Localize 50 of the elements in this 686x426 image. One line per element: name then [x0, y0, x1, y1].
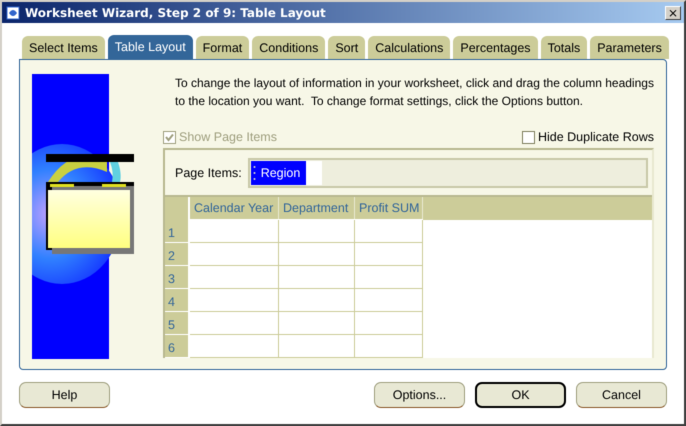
row-number: 5 — [165, 312, 190, 335]
column-header[interactable]: Department — [279, 197, 355, 219]
tab[interactable]: Totals — [540, 36, 588, 59]
checkbox[interactable]: Hide Duplicate Rows — [522, 130, 654, 144]
table-cell[interactable] — [355, 266, 423, 289]
page-items-drop-zone[interactable]: Region — [248, 158, 648, 188]
tab[interactable]: Sort — [328, 36, 366, 59]
grip-icon — [252, 164, 256, 182]
table-cell[interactable] — [279, 335, 355, 358]
check-icon — [165, 132, 174, 142]
dialog-button[interactable]: Options... — [374, 382, 465, 408]
tab[interactable]: Parameters — [590, 36, 669, 59]
table-cell[interactable] — [190, 266, 279, 289]
table-cell[interactable] — [355, 243, 423, 266]
tab[interactable]: Conditions — [252, 36, 326, 59]
table-cell[interactable] — [190, 312, 279, 335]
tab[interactable]: Calculations — [368, 36, 450, 59]
page-items-label: Page Items: — [175, 166, 242, 180]
page-item[interactable]: Region — [250, 160, 322, 184]
tab[interactable]: Table Layout — [108, 35, 193, 59]
row-number: 6 — [165, 335, 190, 358]
table-cell[interactable] — [190, 335, 279, 358]
dialog-button[interactable]: Cancel — [576, 382, 667, 408]
close-button[interactable]: × — [665, 6, 681, 20]
table-cell[interactable] — [190, 289, 279, 312]
table-cell[interactable] — [279, 312, 355, 335]
table-cell[interactable] — [279, 266, 355, 289]
table-cell[interactable] — [190, 220, 279, 243]
app-icon — [5, 4, 21, 20]
tab[interactable]: Percentages — [453, 36, 538, 59]
tab[interactable]: Select Items — [22, 36, 105, 59]
tab[interactable]: Format — [196, 36, 250, 59]
table-cell[interactable] — [279, 243, 355, 266]
table-cell[interactable] — [279, 289, 355, 312]
column-header[interactable]: Calendar Year — [190, 197, 279, 219]
row-number: 2 — [165, 243, 190, 266]
table-cell[interactable] — [355, 289, 423, 312]
window-title: Worksheet Wizard, Step 2 of 9: Table Layout — [25, 6, 327, 20]
dialog-button[interactable]: Help — [19, 382, 110, 408]
instructions-text: To change the layout of information in your worksheet, click and drag the column headings to the location you want. To change format settings, click the Options button. — [175, 75, 654, 110]
dialog-button[interactable]: OK — [475, 382, 566, 408]
row-number: 3 — [165, 266, 190, 289]
table-cell[interactable] — [355, 312, 423, 335]
table-cell[interactable] — [279, 220, 355, 243]
table-cell[interactable] — [190, 243, 279, 266]
row-number: 4 — [165, 289, 190, 312]
table-cell[interactable] — [355, 335, 423, 358]
row-number: 1 — [165, 220, 190, 243]
table-cell[interactable] — [355, 220, 423, 243]
column-header[interactable]: Profit SUM — [355, 197, 423, 219]
